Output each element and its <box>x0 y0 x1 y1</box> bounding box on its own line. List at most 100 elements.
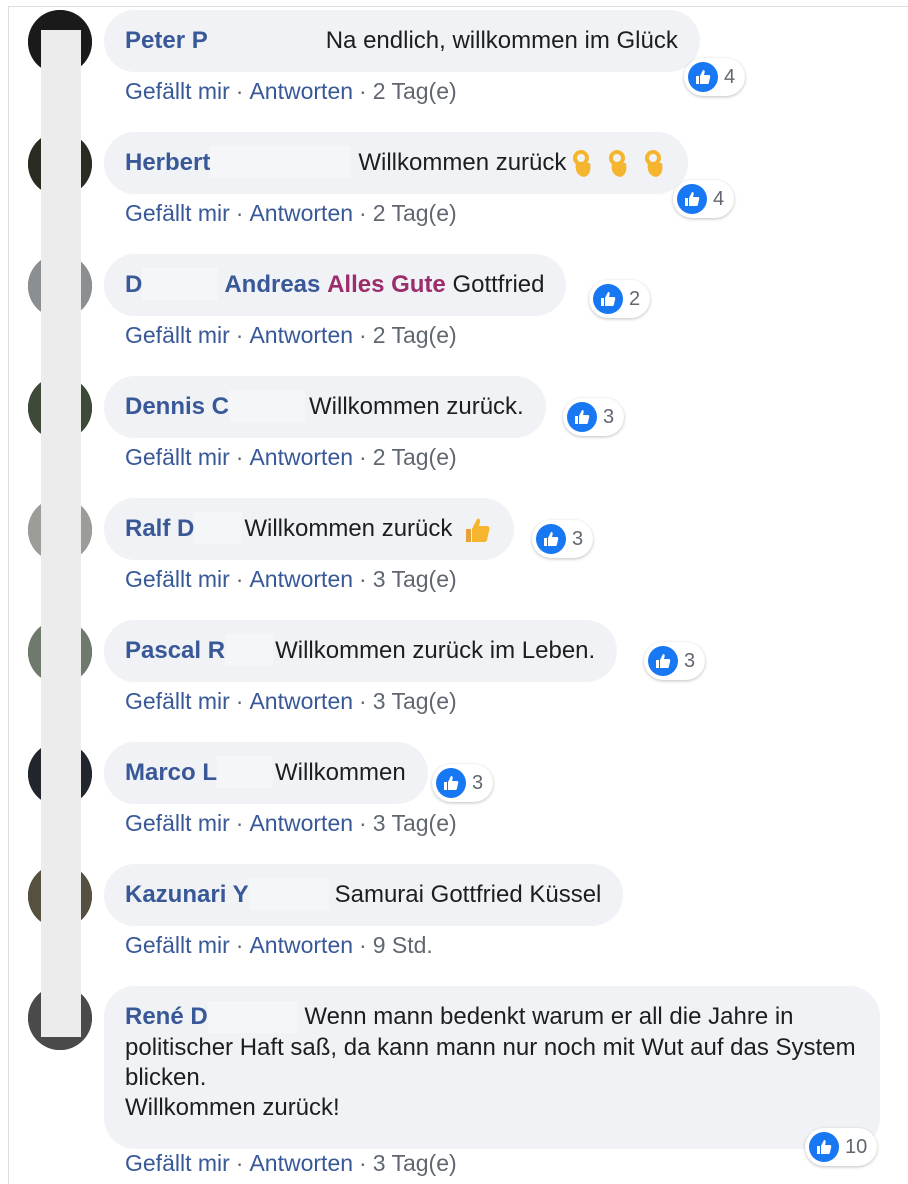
reply-link[interactable]: Antworten <box>249 810 353 836</box>
like-icon <box>809 1132 839 1162</box>
reaction-count[interactable]: 4 <box>684 58 746 96</box>
reply-link[interactable]: Antworten <box>249 688 353 714</box>
author-name[interactable]: Dennis C <box>125 393 229 420</box>
separator-dot: · <box>235 932 244 958</box>
author-name[interactable]: Ralf D <box>125 515 194 542</box>
like-link[interactable]: Gefällt mir <box>125 1150 230 1176</box>
comment-text: Na endlich, willkommen im Glück <box>325 27 678 54</box>
reaction-count[interactable]: 3 <box>432 764 494 802</box>
reaction-count[interactable]: 3 <box>563 398 625 436</box>
thumbs-up-icon <box>462 515 492 545</box>
frame-top-border <box>8 6 908 7</box>
author-name[interactable]: Pascal R <box>125 637 225 664</box>
separator-dot: · <box>359 1150 367 1176</box>
like-link[interactable]: Gefällt mir <box>125 200 230 226</box>
timestamp[interactable]: 3 Tag(e) <box>373 810 457 836</box>
mention-name[interactable]: Andreas <box>224 271 320 298</box>
comment-bubble: Pascal R Willkommen zurück im Leben. <box>104 620 618 682</box>
reaction-count[interactable]: 3 <box>532 520 594 558</box>
like-icon <box>677 184 707 214</box>
like-count: 3 <box>572 528 584 550</box>
like-link[interactable]: Gefällt mir <box>125 444 230 470</box>
author-name[interactable]: Marco L <box>125 759 217 786</box>
reaction-count[interactable]: 4 <box>673 180 735 218</box>
ok-hand-icon <box>606 149 630 179</box>
timestamp[interactable]: 2 Tag(e) <box>373 444 457 470</box>
separator-dot: · <box>235 200 244 226</box>
author-name[interactable]: D <box>125 271 142 298</box>
like-link[interactable]: Gefällt mir <box>125 810 230 836</box>
frame-left-border <box>8 6 9 1184</box>
like-link[interactable]: Gefällt mir <box>125 566 230 592</box>
comment-text: Willkommen zurück. <box>309 393 524 420</box>
redacted-name <box>194 511 243 544</box>
comment-actions: Gefällt mir · Antworten · 3 Tag(e) <box>125 686 457 716</box>
reaction-count[interactable]: 2 <box>589 280 651 318</box>
comment-actions: Gefällt mir · Antworten · 2 Tag(e) <box>125 198 457 228</box>
reply-link[interactable]: Antworten <box>249 1150 353 1176</box>
redacted-name <box>207 24 320 55</box>
separator-dot: · <box>359 78 367 104</box>
comment-text: Willkommen zurück im Leben. <box>275 637 596 664</box>
redaction-bar <box>41 30 81 1037</box>
like-count: 10 <box>845 1136 868 1158</box>
like-count: 4 <box>713 188 725 210</box>
timestamp[interactable]: 3 Tag(e) <box>373 688 457 714</box>
reply-link[interactable]: Antworten <box>249 444 353 470</box>
like-link[interactable]: Gefällt mir <box>125 322 230 348</box>
separator-dot: · <box>359 566 367 592</box>
comment-actions: Gefällt mir · Antworten · 3 Tag(e) <box>125 808 457 838</box>
redacted-name <box>207 1000 298 1033</box>
like-icon <box>688 62 718 92</box>
separator-dot: · <box>235 78 244 104</box>
separator-dot: · <box>235 1150 244 1176</box>
redacted-name <box>248 877 329 910</box>
like-link[interactable]: Gefällt mir <box>125 688 230 714</box>
reply-link[interactable]: Antworten <box>249 322 353 348</box>
separator-dot: · <box>359 322 367 348</box>
mention-text[interactable]: Alles Gute <box>327 271 446 298</box>
timestamp[interactable]: 2 Tag(e) <box>373 322 457 348</box>
like-link[interactable]: Gefällt mir <box>125 932 230 958</box>
comment-actions: Gefällt mir · Antworten · 2 Tag(e) <box>125 442 457 472</box>
comment-bubble: Marco L Willkommen <box>104 742 428 804</box>
timestamp[interactable]: 9 Std. <box>373 932 433 958</box>
comment-bubble: Peter P Na endlich, willkommen im Glück <box>104 10 700 72</box>
comment-text: Willkommen zurück <box>358 149 567 176</box>
comment-actions: Gefällt mir · Antworten · 3 Tag(e) <box>125 564 457 594</box>
comment-text: Samurai Gottfried Küssel <box>334 881 602 908</box>
timestamp[interactable]: 2 Tag(e) <box>373 200 457 226</box>
separator-dot: · <box>359 810 367 836</box>
comment-actions: Gefällt mir · Antworten · 3 Tag(e) <box>125 1148 457 1178</box>
author-name[interactable]: René D <box>125 1003 208 1030</box>
author-name[interactable]: Herbert <box>125 149 210 176</box>
reply-link[interactable]: Antworten <box>249 932 353 958</box>
like-link[interactable]: Gefällt mir <box>125 78 230 104</box>
like-count: 4 <box>724 66 736 88</box>
timestamp[interactable]: 3 Tag(e) <box>373 1150 457 1176</box>
like-icon <box>436 768 466 798</box>
reaction-count[interactable]: 3 <box>644 642 706 680</box>
reply-link[interactable]: Antworten <box>249 566 353 592</box>
redacted-name <box>229 389 306 422</box>
comment-actions: Gefällt mir · Antworten · 9 Std. <box>125 930 433 960</box>
ok-hand-icon <box>570 149 594 179</box>
separator-dot: · <box>235 810 244 836</box>
timestamp[interactable]: 3 Tag(e) <box>373 566 457 592</box>
separator-dot: · <box>359 932 367 958</box>
timestamp[interactable]: 2 Tag(e) <box>373 78 457 104</box>
separator-dot: · <box>359 444 367 470</box>
like-count: 3 <box>603 406 615 428</box>
author-name[interactable]: Peter P <box>125 27 208 54</box>
separator-dot: · <box>235 322 244 348</box>
author-name[interactable]: Kazunari Y <box>125 881 249 908</box>
separator-dot: · <box>235 444 244 470</box>
redacted-name <box>225 633 274 666</box>
reaction-count[interactable]: 10 <box>805 1128 878 1166</box>
comment-bubble: René D Wenn mann bedenkt warum er all di… <box>104 986 880 1149</box>
separator-dot: · <box>235 688 244 714</box>
like-icon <box>593 284 623 314</box>
separator-dot: · <box>235 566 244 592</box>
reply-link[interactable]: Antworten <box>249 78 353 104</box>
reply-link[interactable]: Antworten <box>249 200 353 226</box>
